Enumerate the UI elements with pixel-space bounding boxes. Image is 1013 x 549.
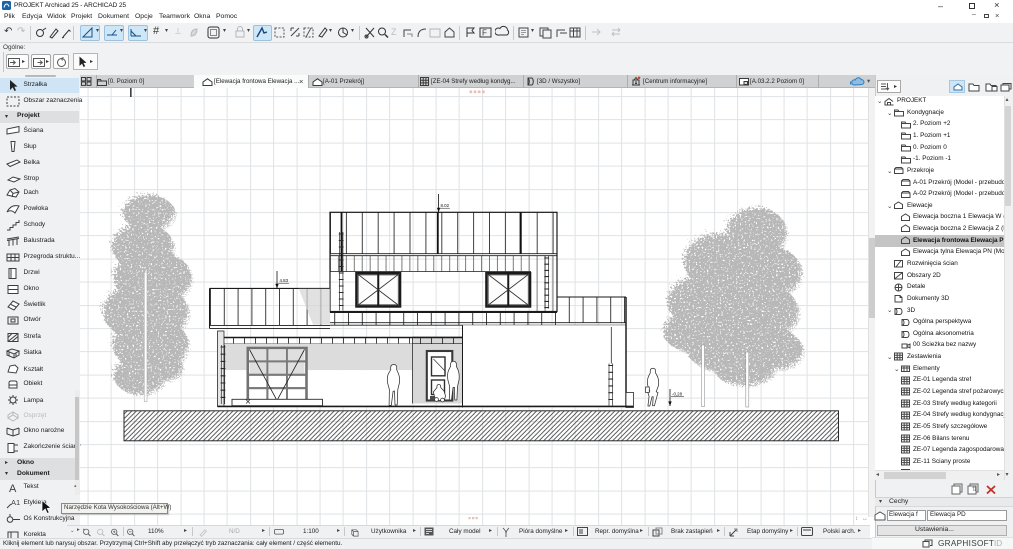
svg-text:A: A [9,483,17,494]
svg-text:⇅: ⇅ [972,487,977,493]
svg-text:-0,28: -0,28 [672,392,683,397]
svg-text:A1: A1 [11,498,20,507]
svg-text:8.02: 8.02 [441,203,450,208]
svg-text:4.83: 4.83 [280,278,289,283]
svg-text:F: F [482,29,487,38]
